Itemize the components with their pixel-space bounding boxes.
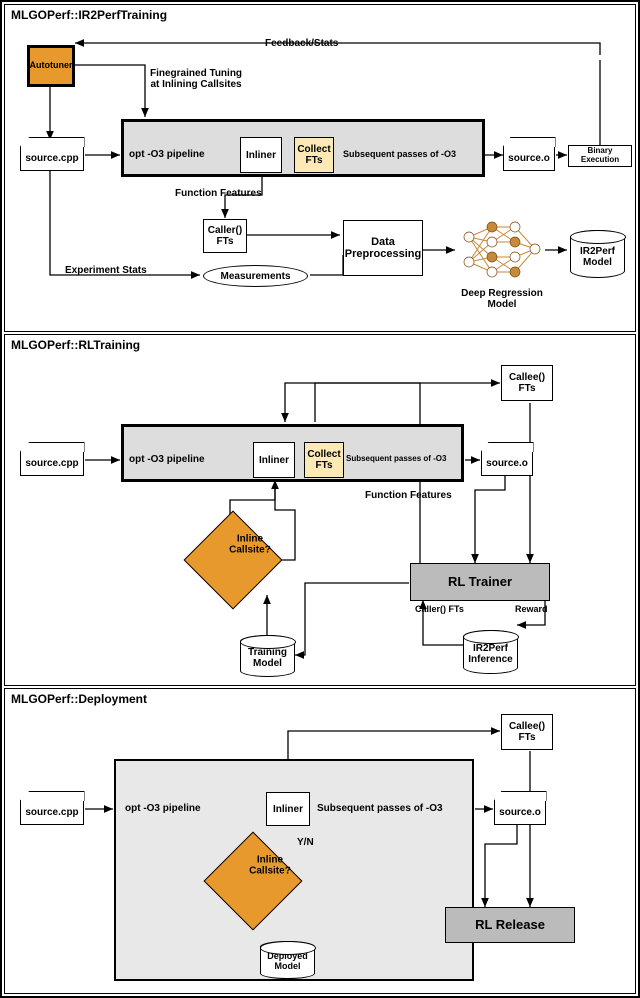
source-o-label-1: source.o bbox=[508, 153, 550, 164]
panel-rl-training: MLGOPerf::RLTraining bbox=[4, 334, 636, 686]
autotuner-label: Autotuner bbox=[30, 61, 73, 71]
caller-fts-label-1: Caller() FTs bbox=[208, 225, 242, 247]
ir2perf-inference-label: IR2Perf Inference bbox=[468, 643, 512, 665]
source-cpp-label-3: source.cpp bbox=[25, 807, 78, 818]
source-cpp-2: source.cpp bbox=[20, 452, 84, 476]
data-preproc: Data Preprocessing bbox=[343, 220, 423, 276]
neural-net-icon bbox=[457, 217, 545, 289]
callee-fts-label-2: Callee() FTs bbox=[509, 372, 545, 394]
func-features-1: Function Features bbox=[175, 188, 262, 199]
source-cpp-1: source.cpp bbox=[20, 147, 84, 171]
inliner-2: Inliner bbox=[253, 442, 295, 478]
collect-label-1: Collect FTs bbox=[297, 144, 330, 166]
panel2-title: MLGOPerf::RLTraining bbox=[11, 338, 140, 352]
binary-exec: Binary Execution bbox=[568, 145, 632, 167]
func-features-2: Function Features bbox=[365, 490, 452, 501]
collect-1: Collect FTs bbox=[294, 137, 334, 173]
subsequent-2: Subsequent passes of -O3 bbox=[346, 455, 446, 464]
measurements: Measurements bbox=[203, 265, 308, 287]
inliner-1: Inliner bbox=[240, 137, 282, 173]
collect-2: Collect FTs bbox=[304, 442, 344, 478]
inliner-label-2: Inliner bbox=[259, 455, 289, 466]
opt-pipeline-1: opt -O3 pipeline bbox=[129, 149, 205, 160]
training-model: Training Model bbox=[240, 635, 295, 677]
binary-exec-label: Binary Execution bbox=[569, 147, 631, 165]
inline-callsite-label-2: Inline Callsite? bbox=[215, 533, 285, 555]
rl-trainer-label: RL Trainer bbox=[448, 575, 512, 589]
deployed-model: Deployed Model bbox=[260, 941, 315, 979]
ir2perf-model-label: IR2Perf Model bbox=[580, 246, 615, 268]
inliner-3: Inliner bbox=[266, 792, 310, 826]
opt-pipeline-2: opt -O3 pipeline bbox=[129, 454, 205, 465]
caller-fts-1: Caller() FTs bbox=[203, 219, 247, 253]
source-o-1: source.o bbox=[503, 147, 555, 171]
caller-fts-2: Caller() FTs bbox=[415, 605, 464, 615]
panel1-title: MLGOPerf::IR2PerfTraining bbox=[11, 8, 167, 22]
source-cpp-3: source.cpp bbox=[20, 801, 84, 825]
deep-regression-label: Deep Regression Model bbox=[457, 288, 547, 310]
subsequent-1: Subsequent passes of -O3 bbox=[343, 150, 456, 160]
source-o-2: source.o bbox=[481, 452, 533, 476]
deployed-model-label: Deployed Model bbox=[267, 952, 308, 972]
experiment-stats: Experiment Stats bbox=[65, 265, 147, 276]
opt-pipeline-3: opt -O3 pipeline bbox=[125, 803, 201, 814]
measurements-label: Measurements bbox=[220, 271, 290, 282]
callee-fts-label-3: Callee() FTs bbox=[509, 721, 545, 743]
feedback-label: Feedback/Stats bbox=[265, 38, 338, 49]
finegrained-label: Finegrained Tuning at Inlining Callsites bbox=[150, 68, 242, 90]
collect-label-2: Collect FTs bbox=[307, 449, 340, 471]
panel3-title: MLGOPerf::Deployment bbox=[11, 692, 147, 706]
source-o-label-2: source.o bbox=[486, 458, 528, 469]
inline-callsite-diamond-2: Inline Callsite? bbox=[184, 511, 283, 610]
ir2perf-model: IR2Perf Model bbox=[570, 230, 625, 278]
diagram-container: MLGOPerf::IR2PerfTraining bbox=[0, 0, 640, 998]
callee-fts-3: Callee() FTs bbox=[501, 714, 553, 750]
yn-label: Y/N bbox=[297, 837, 314, 848]
data-preproc-label: Data Preprocessing bbox=[345, 236, 421, 260]
reward-label: Reward bbox=[515, 605, 548, 615]
panel-deployment: MLGOPerf::Deployment bbox=[4, 688, 636, 994]
autotuner-box: Autotuner bbox=[27, 45, 75, 87]
training-model-label: Training Model bbox=[248, 647, 287, 669]
inliner-label-1: Inliner bbox=[246, 150, 276, 161]
source-o-3: source.o bbox=[494, 801, 546, 825]
rl-trainer: RL Trainer bbox=[410, 563, 550, 601]
inliner-label-3: Inliner bbox=[273, 804, 303, 815]
source-cpp-label: source.cpp bbox=[25, 153, 78, 164]
inline-callsite-label-3: Inline Callsite? bbox=[235, 854, 305, 876]
source-cpp-label-2: source.cpp bbox=[25, 458, 78, 469]
rl-release: RL Release bbox=[445, 907, 575, 943]
rl-release-label: RL Release bbox=[475, 918, 545, 932]
panel-ir2perf-training: MLGOPerf::IR2PerfTraining bbox=[4, 4, 636, 332]
subsequent-3: Subsequent passes of -O3 bbox=[317, 803, 443, 814]
source-o-label-3: source.o bbox=[499, 807, 541, 818]
callee-fts-2: Callee() FTs bbox=[501, 365, 553, 401]
ir2perf-inference: IR2Perf Inference bbox=[463, 630, 518, 674]
